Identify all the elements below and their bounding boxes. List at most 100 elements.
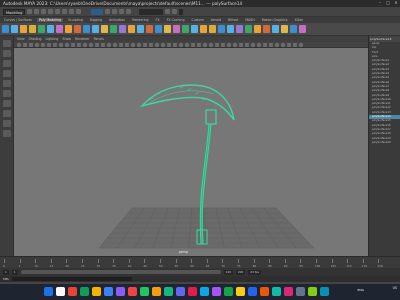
outliner-item[interactable]: polySurface20 (369, 141, 400, 145)
shelf-tab[interactable]: Poly Modeling (36, 18, 64, 22)
panel-tool-icon[interactable] (101, 42, 105, 47)
time-slider[interactable]: 0 5 10 15 20 25 30 35 40 45 50 55 60 65 70 75 80 85 90 95 10… (0, 256, 400, 268)
shelf-tab[interactable]: Animation (107, 18, 127, 22)
shelf-tool-icon[interactable] (74, 25, 81, 33)
shelf-tool-icon[interactable] (155, 25, 162, 33)
panel-tool-icon[interactable] (257, 42, 261, 47)
taskbar-app-icon[interactable] (152, 287, 161, 296)
panel-tool-icon[interactable] (293, 42, 297, 47)
taskbar-app-icon[interactable] (140, 287, 149, 296)
panel-tool-icon[interactable] (161, 42, 165, 47)
close-button[interactable]: ✕ (394, 1, 398, 5)
range-slider-bar[interactable] (20, 270, 221, 274)
taskbar-app-icon[interactable] (116, 287, 125, 296)
open-scene-icon[interactable] (34, 9, 40, 14)
select-object-icon[interactable] (69, 9, 75, 14)
panel-tool-icon[interactable] (299, 42, 303, 47)
animation-start-field[interactable]: 1 (3, 269, 9, 275)
system-tray[interactable]: US (393, 286, 397, 291)
move-tool-icon[interactable] (3, 70, 11, 77)
panel-menu-item[interactable]: Shading (29, 37, 42, 41)
redo-icon[interactable] (55, 9, 61, 14)
shelf-tab[interactable]: Sculpting (66, 18, 85, 22)
taskbar-app-icon[interactable] (56, 287, 65, 296)
panel-tool-icon[interactable] (179, 42, 183, 47)
menu-set-dropdown[interactable]: Modeling (3, 8, 26, 15)
scale-tool-icon[interactable] (3, 90, 11, 97)
taskbar-app-icon[interactable] (296, 287, 305, 296)
panel-tool-icon[interactable] (209, 42, 213, 47)
outliner-layout-icon[interactable] (3, 130, 11, 137)
panel-tool-icon[interactable] (41, 42, 45, 47)
playback-start-field[interactable]: 1 (11, 269, 18, 275)
shelf-tool-icon[interactable] (209, 25, 216, 33)
panel-tool-icon[interactable] (143, 42, 147, 47)
shelf-tool-icon[interactable] (218, 25, 225, 33)
shelf-tool-icon[interactable] (173, 25, 180, 33)
shelf-tool-icon[interactable] (182, 25, 189, 33)
shelf-tool-icon[interactable] (2, 25, 9, 33)
taskbar-app-icon[interactable] (308, 287, 317, 296)
panel-tool-icon[interactable] (245, 42, 249, 47)
shelf-tool-icon[interactable] (11, 25, 18, 33)
panel-menu-item[interactable]: Lighting (46, 37, 59, 41)
animation-end-field[interactable]: 200 (235, 269, 246, 275)
shelf-tool-icon[interactable] (254, 25, 261, 33)
panel-tool-icon[interactable] (65, 42, 69, 47)
shelf-tool-icon[interactable] (236, 25, 243, 33)
taskbar-app-icon[interactable] (320, 287, 329, 296)
single-view-icon[interactable] (3, 110, 11, 117)
command-input[interactable] (12, 277, 133, 281)
snap-curve-icon[interactable] (112, 9, 118, 14)
shelf-tool-icon[interactable] (164, 25, 171, 33)
shelf-tool-icon[interactable] (281, 25, 288, 33)
shelf-tool-icon[interactable] (101, 25, 108, 33)
taskbar-app-icon[interactable] (224, 287, 233, 296)
taskbar-app-icon[interactable] (272, 287, 281, 296)
panel-tool-icon[interactable] (125, 42, 129, 47)
panel-tool-icon[interactable] (95, 42, 99, 47)
taskbar-app-icon[interactable] (128, 287, 137, 296)
taskbar-app-icon[interactable] (200, 287, 209, 296)
search-input[interactable] (139, 8, 164, 15)
taskbar-app-icon[interactable] (104, 287, 113, 296)
panel-tool-icon[interactable] (119, 42, 123, 47)
shelf-tab[interactable]: Arnold (209, 18, 223, 22)
panel-tool-icon[interactable] (113, 42, 117, 47)
shelf-tool-icon[interactable] (29, 25, 36, 33)
panel-tool-icon[interactable] (77, 42, 81, 47)
shelf-tool-icon[interactable] (92, 25, 99, 33)
taskbar-app-icon[interactable] (212, 287, 221, 296)
shelf-tab[interactable]: XGen (293, 18, 306, 22)
minimize-button[interactable]: – (378, 1, 382, 5)
panel-tool-icon[interactable] (233, 42, 237, 47)
panel-tool-icon[interactable] (107, 42, 111, 47)
shelf-tab[interactable]: Bifrost (226, 18, 240, 22)
taskbar-app-icon[interactable] (284, 287, 293, 296)
shelf-tool-icon[interactable] (110, 25, 117, 33)
panel-tool-icon[interactable] (239, 42, 243, 47)
taskbar-app-icon[interactable] (236, 287, 245, 296)
panel-menu-item[interactable]: Panels (94, 37, 104, 41)
panel-tool-icon[interactable] (47, 42, 51, 47)
panel-tool-icon[interactable] (17, 42, 21, 47)
panel-tool-icon[interactable] (185, 42, 189, 47)
shelf-tool-icon[interactable] (245, 25, 252, 33)
command-language-label[interactable]: MEL (3, 277, 9, 281)
panel-tool-icon[interactable] (149, 42, 153, 47)
shelf-tool-icon[interactable] (227, 25, 234, 33)
panel-tool-icon[interactable] (23, 42, 27, 47)
render-icon[interactable] (165, 9, 171, 14)
shelf-tab[interactable]: Rigging (88, 18, 104, 22)
select-component-icon[interactable] (76, 9, 82, 14)
panel-tool-icon[interactable] (173, 42, 177, 47)
shelf-tool-icon[interactable] (137, 25, 144, 33)
panel-tool-icon[interactable] (131, 42, 135, 47)
lasso-tool-icon[interactable] (3, 50, 11, 57)
playback-end-field[interactable]: 120 (223, 269, 233, 275)
taskbar-app-icon[interactable] (188, 287, 197, 296)
panel-menu-item[interactable]: Renderer (75, 37, 90, 41)
new-scene-icon[interactable] (27, 9, 33, 14)
taskbar-app-icon[interactable] (92, 287, 101, 296)
snap-point-icon[interactable] (119, 9, 125, 14)
